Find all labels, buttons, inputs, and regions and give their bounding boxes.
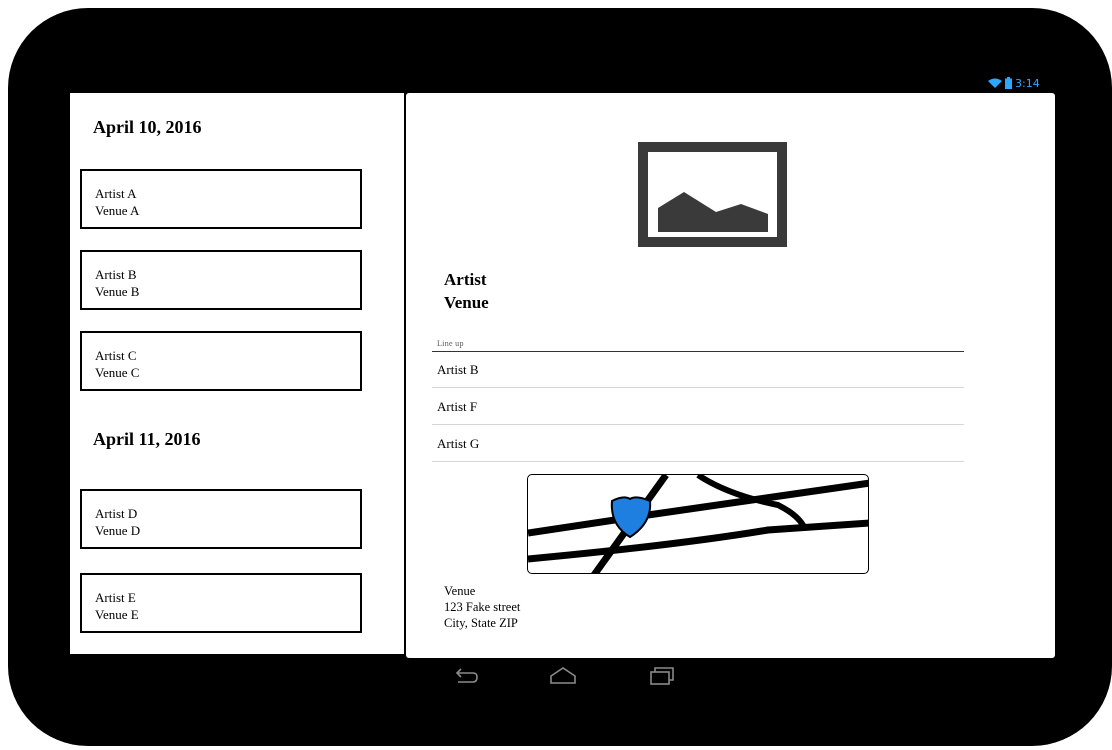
detail-venue: Venue: [444, 293, 489, 312]
event-venue: Venue D: [95, 523, 141, 538]
lineup-item[interactable]: Artist F: [432, 389, 964, 425]
event-card-artist-e[interactable]: Artist E Venue E: [80, 573, 362, 633]
venue-address: Venue 123 Fake street City, State ZIP: [444, 583, 520, 631]
event-venue: Venue B: [95, 284, 140, 299]
back-icon[interactable]: [452, 664, 480, 688]
event-detail-panel: Artist Venue Line up Artist B Artist F A…: [406, 93, 1055, 658]
event-card-artist-c[interactable]: Artist C Venue C: [80, 331, 362, 391]
image-placeholder-icon: [638, 142, 787, 247]
status-time: 3:14: [1015, 76, 1040, 90]
event-artist: Artist D: [95, 506, 138, 521]
lineup-item[interactable]: Artist B: [432, 352, 964, 388]
address-venue: Venue: [444, 584, 476, 598]
recent-apps-icon[interactable]: [647, 664, 677, 688]
map-icon: [528, 475, 868, 573]
home-icon[interactable]: [548, 664, 578, 688]
battery-icon: [1005, 77, 1012, 89]
event-card-artist-d[interactable]: Artist D Venue D: [80, 489, 362, 549]
wifi-icon: [988, 78, 1002, 88]
status-bar: 3:14: [988, 76, 1058, 90]
event-venue: Venue E: [95, 607, 139, 622]
event-card-artist-a[interactable]: Artist A Venue A: [80, 169, 362, 229]
date-header: April 10, 2016: [93, 117, 202, 137]
date-header: April 11, 2016: [93, 429, 201, 449]
event-artist: Artist E: [95, 590, 136, 605]
event-card-artist-b[interactable]: Artist B Venue B: [80, 250, 362, 310]
event-artist: Artist C: [95, 348, 137, 363]
event-venue: Venue C: [95, 365, 140, 380]
lineup-item[interactable]: Artist G: [432, 426, 964, 462]
event-venue: Venue A: [95, 203, 140, 218]
event-list-panel: April 10, 2016 Artist A Venue A Artist B…: [70, 93, 404, 654]
detail-artist: Artist: [444, 270, 487, 289]
address-street: 123 Fake street: [444, 600, 521, 614]
detail-title: Artist Venue: [444, 268, 489, 314]
event-artist: Artist B: [95, 267, 137, 282]
lineup-label: Line up: [437, 339, 464, 348]
address-city: City, State ZIP: [444, 616, 518, 630]
venue-map[interactable]: [527, 474, 869, 574]
event-artist: Artist A: [95, 186, 137, 201]
